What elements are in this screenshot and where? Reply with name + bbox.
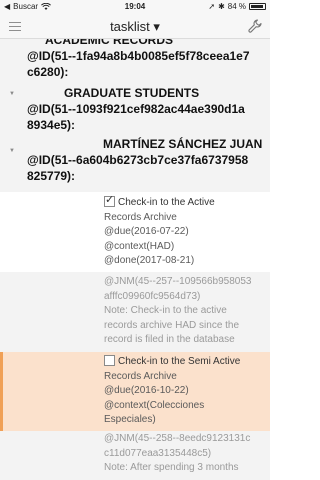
- location-arrow-icon: ➚: [208, 2, 216, 11]
- note-line: Note: Check-in to the active: [104, 305, 227, 316]
- outline-content[interactable]: ACADEMIC RECORDS @ID(51--1fa94a8b4b0085e…: [0, 39, 270, 480]
- status-bar: ◀ Buscar 19:04 ➚ ✱ 84 %: [0, 0, 270, 14]
- project-title: MARTÍNEZ SÁNCHEZ JUAN: [103, 137, 263, 151]
- task-tag-context-cont[interactable]: Especiales): [104, 413, 240, 428]
- task-text: Check-in to the Semi Active Records Arch…: [104, 355, 240, 428]
- project-id-line: @ID(51--6a604b6273cb7ce37fa6737958: [27, 153, 249, 167]
- note-row[interactable]: @JNM(45--258--8eedc9123131c c11d077eaa31…: [0, 431, 270, 480]
- note-line: record is filed in the database: [104, 334, 235, 345]
- project-id-line: @ID(51--1fa94a8b4b0085ef5f78ceea1e7: [27, 49, 250, 63]
- wrench-icon[interactable]: [248, 19, 262, 33]
- note-line: c11d077eaa3135448c5): [104, 447, 212, 459]
- task-tag-due[interactable]: @due(2016-10-22): [104, 384, 240, 399]
- task-tag-due[interactable]: @due(2016-07-22): [104, 225, 215, 240]
- project-id-line: @ID(51--1093f921cef982ac44ae390d1a: [27, 102, 245, 116]
- status-right: ➚ ✱ 84 %: [208, 2, 266, 11]
- disclosure-triangle-icon[interactable]: ▼: [9, 148, 15, 154]
- battery-percent: 84 %: [227, 2, 246, 11]
- disclosure-triangle-icon[interactable]: ▼: [9, 91, 15, 97]
- note-text: @JNM(45--257--109566b958053 afffc09960fc…: [104, 275, 251, 348]
- nav-bar: tasklist ▾: [0, 14, 270, 39]
- note-line: @JNM(45--258--8eedc9123131c: [104, 433, 251, 444]
- bluetooth-icon: ✱: [218, 2, 225, 11]
- task-tag-context[interactable]: @context(HAD): [104, 240, 215, 255]
- task-line: Records Archive: [104, 211, 177, 223]
- task-line: Records Archive: [104, 370, 177, 382]
- task-row[interactable]: ✓ Check-in to the Active Records Archive…: [0, 192, 270, 272]
- task-row-selected[interactable]: Check-in to the Semi Active Records Arch…: [0, 352, 270, 431]
- project-id-line: 825779):: [27, 169, 76, 183]
- project-row-martinez-sanchez-juan[interactable]: ▼ MARTÍNEZ SÁNCHEZ JUAN @ID(51--6a604b62…: [0, 134, 270, 192]
- task-tag-done[interactable]: @done(2017-08-21): [104, 254, 215, 269]
- note-line: @JNM(45--257--109566b958053: [104, 276, 252, 287]
- task-checkbox[interactable]: ✓: [104, 194, 115, 207]
- selection-indicator: [0, 352, 3, 431]
- project-id-line: c6280):: [27, 65, 69, 79]
- note-text: @JNM(45--258--8eedc9123131c c11d077eaa31…: [104, 432, 250, 476]
- task-text: ✓ Check-in to the Active Records Archive…: [104, 194, 215, 269]
- project-title: ACADEMIC RECORDS: [45, 39, 174, 47]
- task-tag-context[interactable]: @context(Colecciones: [104, 399, 240, 414]
- project-row-academic-records[interactable]: ACADEMIC RECORDS @ID(51--1fa94a8b4b0085e…: [0, 39, 270, 84]
- note-line: Note: After spending 3 months: [104, 462, 239, 473]
- task-line: Check-in to the Active: [118, 197, 215, 208]
- task-line: Check-in to the Semi Active: [118, 356, 241, 367]
- note-row[interactable]: @JNM(45--257--109566b958053 afffc09960fc…: [0, 272, 270, 352]
- task-checkbox[interactable]: [104, 355, 115, 366]
- project-title: GRADUATE STUDENTS: [64, 86, 200, 100]
- project-row-graduate-students[interactable]: ▼ GRADUATE STUDENTS @ID(51--1093f921cef9…: [0, 84, 270, 134]
- note-line: afffc09960fc9564d73): [104, 290, 201, 302]
- project-id-line: 8934e5):: [27, 118, 76, 132]
- note-line: records archive HAD since the: [104, 319, 240, 331]
- checkmark-icon: ✓: [105, 194, 115, 206]
- document-title-dropdown[interactable]: tasklist ▾: [0, 19, 270, 35]
- battery-icon: [249, 3, 266, 10]
